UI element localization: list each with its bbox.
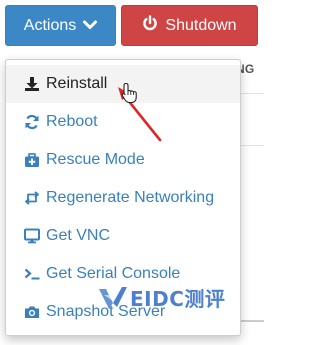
menu-item-label: Rescue Mode [46,151,145,168]
shutdown-button[interactable]: Shutdown [121,5,258,46]
divider [240,320,264,322]
menu-item-label: Reboot [46,113,98,130]
divider [240,93,264,94]
menu-item-label: Get Serial Console [46,265,181,282]
menu-item-label: Regenerate Networking [46,189,215,206]
actions-button-label: Actions [23,16,77,34]
medkit-icon [24,152,40,168]
desktop-icon [24,228,40,244]
camera-icon [24,304,40,320]
menu-item-reboot[interactable]: Reboot [6,103,240,141]
terminal-icon [24,266,40,282]
menu-item-label: Get VNC [46,227,111,244]
watermark-text: EIDC测评 [130,287,226,311]
watermark: EIDC测评 [98,283,225,312]
menu-item-regenerate-networking[interactable]: Regenerate Networking [6,179,240,217]
actions-button[interactable]: Actions [5,5,116,46]
download-icon [24,76,40,92]
hand-cursor-icon [121,82,137,104]
divider [240,145,264,146]
shutdown-button-label: Shutdown [165,16,237,34]
refresh-icon [24,114,40,130]
power-icon [142,15,158,36]
watermark-logo-icon [99,286,127,309]
menu-item-label: Reinstall [46,75,108,92]
retweet-icon [24,190,40,206]
menu-item-get-vnc[interactable]: Get VNC [6,217,240,255]
chevron-down-icon [83,17,98,35]
menu-item-rescue-mode[interactable]: Rescue Mode [6,141,240,179]
